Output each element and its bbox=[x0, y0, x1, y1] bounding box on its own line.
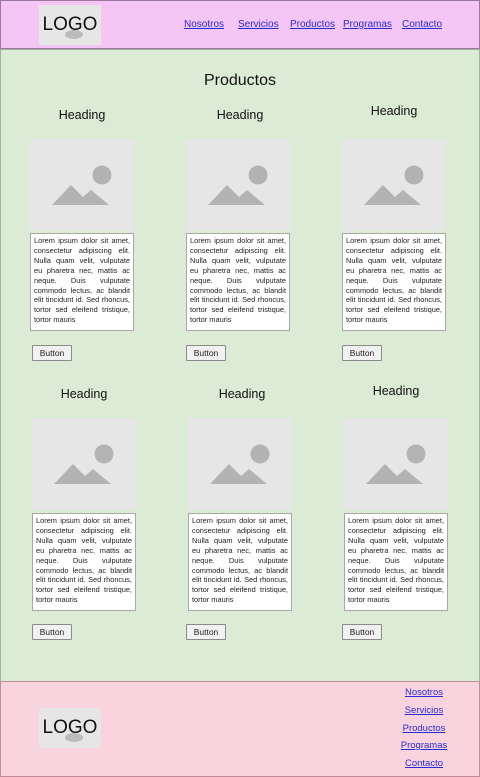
card-2-button[interactable]: Button bbox=[186, 345, 226, 361]
site-header: LOGO Nosotros Servicios Productos Progra… bbox=[0, 0, 480, 49]
card-5-heading: Heading bbox=[218, 387, 266, 401]
card-4-heading: Heading bbox=[60, 387, 108, 401]
card-3-image bbox=[342, 139, 446, 231]
card-2-heading: Heading bbox=[216, 108, 264, 122]
card-6-button[interactable]: Button bbox=[342, 624, 382, 640]
footer-link-nosotros[interactable]: Nosotros bbox=[394, 687, 454, 698]
nav-link-servicios[interactable]: Servicios bbox=[238, 19, 279, 30]
card-6-image bbox=[344, 418, 448, 510]
nav-link-productos[interactable]: Productos bbox=[290, 19, 335, 30]
footer-link-servicios[interactable]: Servicios bbox=[394, 705, 454, 716]
image-placeholder-icon bbox=[210, 444, 270, 484]
nav-link-programas[interactable]: Programas bbox=[343, 19, 392, 30]
logo-text: LOGO bbox=[42, 717, 98, 738]
image-placeholder-icon bbox=[364, 165, 424, 205]
card-4-button[interactable]: Button bbox=[32, 624, 72, 640]
card-1-text: Lorem ipsum dolor sit amet, consectetur … bbox=[30, 233, 134, 331]
footer-link-programas[interactable]: Programas bbox=[394, 740, 454, 751]
card-2-image bbox=[186, 139, 290, 231]
nav-link-contacto[interactable]: Contacto bbox=[402, 19, 442, 30]
image-placeholder-icon bbox=[208, 165, 268, 205]
card-3-text: Lorem ipsum dolor sit amet, consectetur … bbox=[342, 233, 446, 331]
header-logo[interactable]: LOGO bbox=[39, 5, 101, 45]
card-1-image bbox=[30, 139, 134, 231]
footer-logo[interactable]: LOGO bbox=[39, 708, 101, 748]
card-5-image bbox=[188, 418, 292, 510]
card-1-button[interactable]: Button bbox=[32, 345, 72, 361]
card-5-button[interactable]: Button bbox=[186, 624, 226, 640]
footer-link-productos[interactable]: Productos bbox=[394, 723, 454, 734]
card-6-text: Lorem ipsum dolor sit amet, consectetur … bbox=[344, 513, 448, 611]
card-2-text: Lorem ipsum dolor sit amet, consectetur … bbox=[186, 233, 290, 331]
card-6-heading: Heading bbox=[372, 384, 420, 398]
card-4-image bbox=[32, 418, 136, 510]
image-placeholder-icon bbox=[54, 444, 114, 484]
section-title: Productos bbox=[203, 72, 277, 89]
card-5-text: Lorem ipsum dolor sit amet, consectetur … bbox=[188, 513, 292, 611]
card-3-button[interactable]: Button bbox=[342, 345, 382, 361]
site-footer: LOGO Nosotros Servicios Productos Progra… bbox=[0, 681, 480, 777]
logo-text: LOGO bbox=[42, 14, 98, 35]
card-4-text: Lorem ipsum dolor sit amet, consectetur … bbox=[32, 513, 136, 611]
card-3-heading: Heading bbox=[370, 104, 418, 118]
image-placeholder-icon bbox=[52, 165, 112, 205]
nav-link-nosotros[interactable]: Nosotros bbox=[184, 19, 224, 30]
footer-link-contacto[interactable]: Contacto bbox=[394, 758, 454, 769]
image-placeholder-icon bbox=[366, 444, 426, 484]
card-1-heading: Heading bbox=[58, 108, 106, 122]
